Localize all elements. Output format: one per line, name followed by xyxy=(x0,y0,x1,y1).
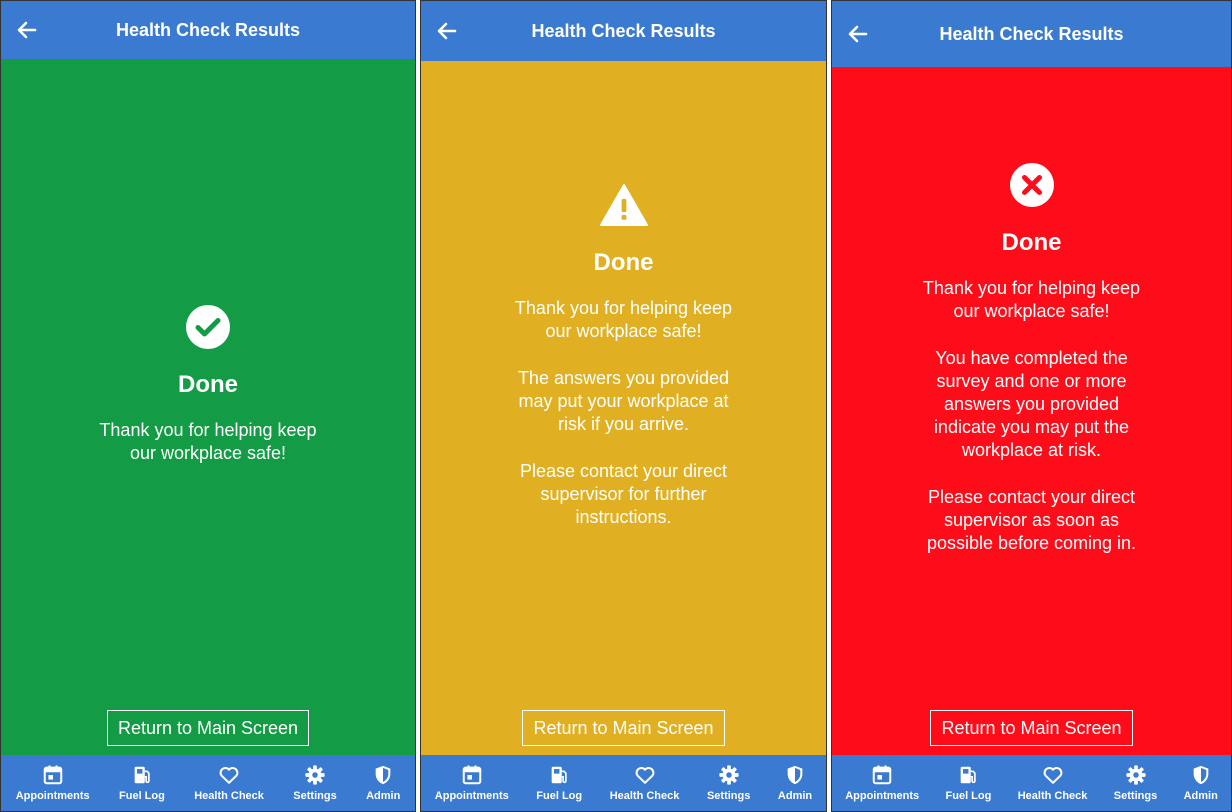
shield-icon xyxy=(787,765,803,785)
tab-fuel-log[interactable]: Fuel Log xyxy=(119,764,165,802)
fuel-pump-icon xyxy=(961,766,977,784)
back-arrow-icon[interactable] xyxy=(846,22,870,46)
shield-icon xyxy=(1193,765,1209,785)
tab-label: Appointments xyxy=(15,790,90,802)
gear-icon xyxy=(719,765,739,785)
tab-label: Settings xyxy=(1113,790,1158,802)
heart-icon xyxy=(1043,767,1062,784)
result-message: Please contact your direct supervisor as… xyxy=(926,486,1137,553)
tab-label: Health Check xyxy=(609,790,680,802)
tab-label: Admin xyxy=(777,790,813,802)
check-circle-icon xyxy=(186,304,230,349)
health-check-screen-warning: Health Check Results Done Thank you for … xyxy=(420,0,827,812)
heart-icon xyxy=(219,767,239,784)
calendar-icon xyxy=(43,765,62,785)
tab-label: Appointments xyxy=(434,790,509,802)
app-header: Health Check Results xyxy=(421,1,826,61)
result-message: You have completed the survey and one or… xyxy=(933,347,1130,460)
result-message: Thank you for helping keep our workplace… xyxy=(514,297,733,341)
return-to-main-button[interactable]: Return to Main Screen xyxy=(522,710,725,746)
tab-label: Settings xyxy=(293,790,337,802)
tab-settings[interactable]: Settings xyxy=(707,764,750,802)
tab-health-check[interactable]: Health Check xyxy=(609,764,680,802)
tab-label: Admin xyxy=(366,790,401,802)
tab-health-check[interactable]: Health Check xyxy=(194,764,264,802)
page-title: Health Check Results xyxy=(531,20,716,41)
tab-admin[interactable]: Admin xyxy=(366,764,400,802)
calendar-icon xyxy=(872,765,892,785)
tab-admin[interactable]: Admin xyxy=(778,764,812,802)
result-message: The answers you provided may put your wo… xyxy=(517,367,730,434)
result-body: Done Thank you for helping keep our work… xyxy=(832,67,1231,755)
tab-appointments[interactable]: Appointments xyxy=(435,764,509,802)
tab-settings[interactable]: Settings xyxy=(293,764,337,802)
tab-label: Fuel Log xyxy=(536,790,583,802)
tab-label: Fuel Log xyxy=(945,790,992,802)
bottom-tab-bar: Appointments Fuel Log Health Check Setti… xyxy=(421,755,826,811)
warning-triangle-icon xyxy=(599,183,648,226)
tab-fuel-log[interactable]: Fuel Log xyxy=(945,764,992,802)
app-header: Health Check Results xyxy=(832,1,1231,67)
tab-appointments[interactable]: Appointments xyxy=(16,764,90,802)
result-message: Thank you for helping keep our workplace… xyxy=(922,277,1141,321)
tab-settings[interactable]: Settings xyxy=(1114,764,1157,802)
page-title: Health Check Results xyxy=(115,19,301,40)
health-check-screen-safe: Health Check Results Done Thank you for … xyxy=(0,0,416,812)
done-heading: Done xyxy=(593,248,654,276)
tab-label: Settings xyxy=(706,790,751,802)
tab-label: Fuel Log xyxy=(119,790,165,802)
shield-icon xyxy=(375,765,391,785)
return-to-main-button[interactable]: Return to Main Screen xyxy=(106,710,310,746)
done-heading: Done xyxy=(1001,228,1062,256)
tab-label: Admin xyxy=(1183,790,1218,802)
x-circle-icon xyxy=(1009,162,1054,207)
back-arrow-icon[interactable] xyxy=(15,18,39,42)
tab-label: Appointments xyxy=(845,790,920,802)
bottom-tab-bar: Appointments Fuel Log Health Check Setti… xyxy=(832,755,1231,811)
tab-fuel-log[interactable]: Fuel Log xyxy=(536,764,582,802)
result-message: Thank you for helping keep our workplace… xyxy=(99,419,317,463)
result-body: Done Thank you for helping keep our work… xyxy=(1,59,415,755)
heart-icon xyxy=(635,767,654,784)
calendar-icon xyxy=(462,765,482,785)
health-check-screen-danger: Health Check Results Done Thank you for … xyxy=(831,0,1232,812)
done-heading: Done xyxy=(178,370,238,398)
tab-health-check[interactable]: Health Check xyxy=(1017,764,1088,802)
fuel-pump-icon xyxy=(134,766,150,784)
back-arrow-icon[interactable] xyxy=(435,19,459,43)
result-message: Please contact your direct supervisor fo… xyxy=(519,460,728,527)
bottom-tab-bar: Appointments Fuel Log Health Check Setti… xyxy=(1,755,415,811)
gear-icon xyxy=(305,765,325,785)
fuel-pump-icon xyxy=(551,766,567,784)
tab-admin[interactable]: Admin xyxy=(1184,764,1218,802)
tab-label: Health Check xyxy=(1017,790,1088,802)
app-header: Health Check Results xyxy=(1,1,415,59)
page-title: Health Check Results xyxy=(939,23,1124,44)
gear-icon xyxy=(1125,765,1146,785)
result-body: Done Thank you for helping keep our work… xyxy=(421,61,826,755)
tab-label: Health Check xyxy=(194,790,264,802)
tab-appointments[interactable]: Appointments xyxy=(845,764,919,802)
return-to-main-button[interactable]: Return to Main Screen xyxy=(930,710,1133,746)
